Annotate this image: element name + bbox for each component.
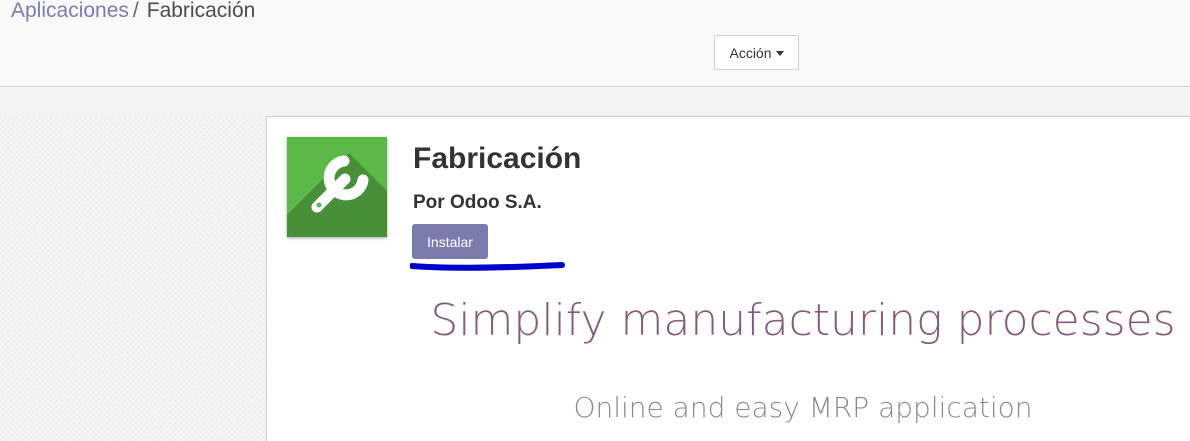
annotation-underline (410, 262, 565, 271)
background-pattern (0, 116, 266, 441)
app-title: Fabricación (413, 142, 582, 175)
control-panel: Aplicaciones / Fabricación Acción (0, 0, 1190, 87)
action-label: Acción (729, 44, 772, 61)
content-gap (0, 87, 1190, 116)
breadcrumb-separator: / (132, 0, 139, 22)
description-subheadline: Online and easy MRP application (573, 391, 1033, 424)
install-button[interactable]: Instalar (412, 224, 488, 259)
app-author: Por Odoo S.A. (413, 192, 542, 213)
breadcrumb-link-apps[interactable]: Aplicaciones (11, 0, 129, 22)
breadcrumb-current: Fabricación (146, 0, 256, 22)
wrench-icon (287, 137, 387, 237)
caret-down-icon (775, 51, 784, 56)
breadcrumb: Aplicaciones / Fabricación (11, 0, 255, 23)
description-headline: Simplify manufacturing processes (430, 295, 1176, 346)
action-dropdown-button[interactable]: Acción (714, 35, 799, 70)
